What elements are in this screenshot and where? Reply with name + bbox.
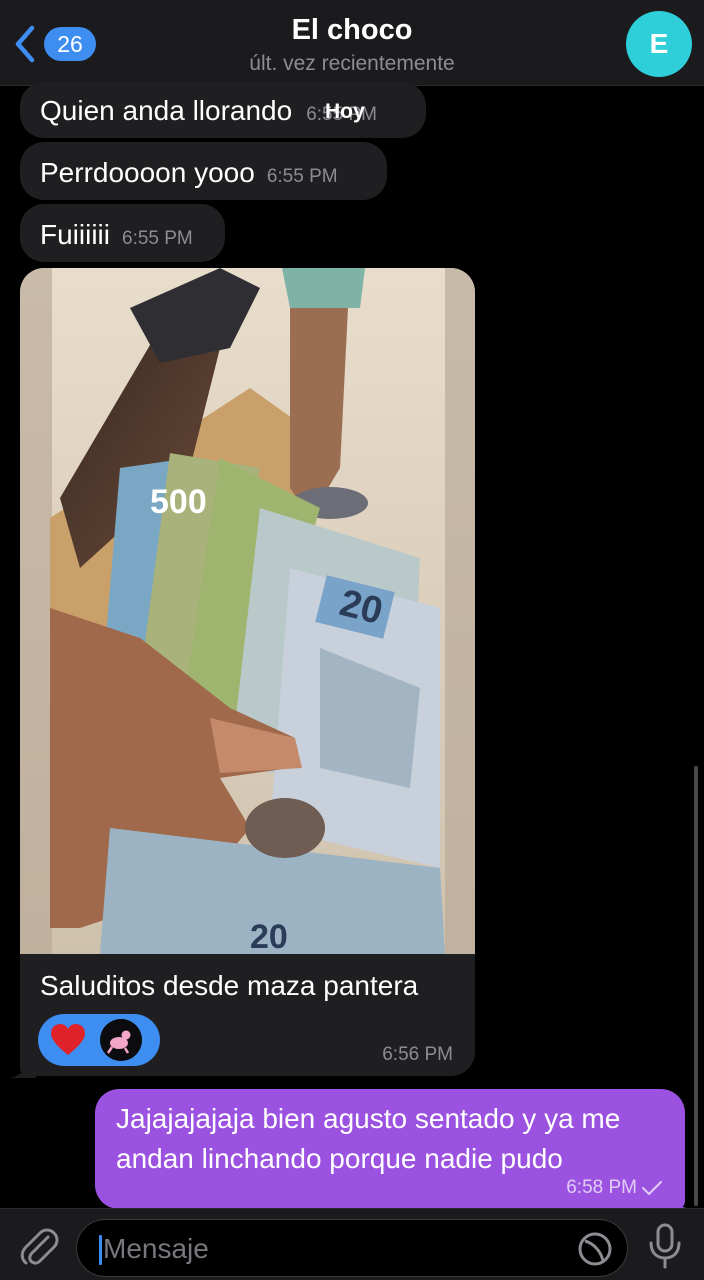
- message-time: 6:58 PM: [566, 1177, 637, 1198]
- paperclip-icon[interactable]: [18, 1225, 60, 1267]
- heart-emoji-icon: [46, 1018, 90, 1062]
- message-text: Perrdoooon yooo: [40, 157, 255, 188]
- chat-header: 26 El choco últ. vez recientemente E: [0, 0, 704, 86]
- message-meta: 6:58 PM: [566, 1177, 663, 1199]
- message-time: 6:56 PM: [382, 1044, 453, 1065]
- contact-avatar[interactable]: E: [626, 11, 692, 77]
- message-time: 6:55 PM: [122, 228, 193, 249]
- message-text: Fuiiiiii: [40, 219, 110, 250]
- text-caret: [99, 1235, 102, 1265]
- message-time: 6:55 PM: [266, 166, 338, 187]
- message-bubble-incoming[interactable]: Perrdoooon yooo 6:55 PM: [20, 142, 387, 200]
- message-bubble-outgoing[interactable]: Jajajajajaja bien agusto sentado y ya me…: [95, 1089, 685, 1209]
- reactions-pill[interactable]: [38, 1014, 160, 1066]
- svg-text:500: 500: [150, 483, 207, 521]
- chat-title-area[interactable]: El choco últ. vez recientemente: [0, 12, 704, 78]
- photo-caption: Saluditos desde maza pantera: [40, 970, 419, 1001]
- scrollbar[interactable]: [694, 766, 698, 1206]
- check-icon: [642, 1181, 662, 1195]
- message-bubble-incoming[interactable]: Fuiiiiii 6:55 PM: [20, 204, 225, 262]
- last-seen-status: últ. vez recientemente: [249, 52, 455, 75]
- bubble-tail: [10, 1062, 36, 1078]
- message-bubble-incoming[interactable]: Quien anda llorando 6:55 PM: [20, 82, 426, 138]
- date-separator: Hoy: [325, 100, 365, 123]
- message-input-placeholder: Mensaje: [103, 1233, 209, 1264]
- microphone-icon[interactable]: [646, 1223, 684, 1269]
- message-text: Quien anda llorando: [40, 95, 293, 126]
- svg-text:20: 20: [250, 918, 288, 954]
- photo-message-bubble[interactable]: 20 500 20 Saluditos desde maza pantera 6…: [20, 268, 475, 1076]
- photo-money-in-hand[interactable]: 20 500 20: [20, 268, 475, 954]
- message-text: Jajajajajaja bien agusto sentado y ya me…: [116, 1103, 621, 1174]
- avatar-initial: E: [649, 28, 669, 59]
- sticker-icon[interactable]: [577, 1231, 613, 1267]
- pink-panther-avatar-icon: [100, 1019, 142, 1061]
- message-input-bar: Mensaje: [0, 1208, 704, 1280]
- message-input[interactable]: Mensaje: [76, 1219, 628, 1277]
- chat-title: El choco: [291, 14, 413, 46]
